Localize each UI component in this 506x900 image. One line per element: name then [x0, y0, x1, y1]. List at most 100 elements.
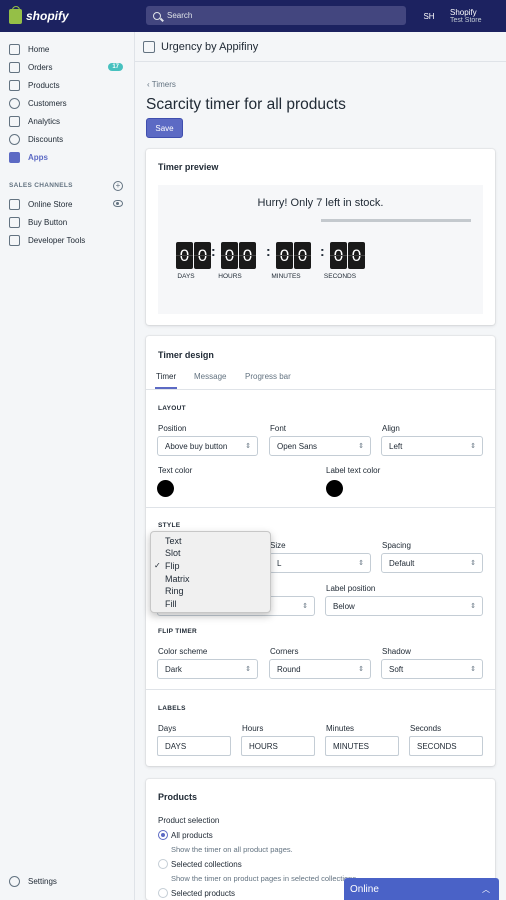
account-menu[interactable]: SH Shopify Test Store: [420, 0, 482, 32]
gear-icon: [9, 875, 20, 887]
search-input[interactable]: Search: [146, 6, 406, 25]
style-option-fill[interactable]: Fill: [165, 598, 177, 610]
size-select[interactable]: L: [269, 553, 371, 573]
sidebar-item-label: Buy Button: [28, 217, 68, 227]
days-field-label: Days: [158, 724, 177, 733]
style-option-matrix[interactable]: Matrix: [165, 573, 190, 585]
sidebar-item-discounts[interactable]: Discounts: [9, 132, 129, 146]
sidebar-item-products[interactable]: Products: [9, 78, 129, 92]
timer-preview-card: Timer preview Hurry! Only 7 left in stoc…: [146, 149, 495, 325]
avatar: SH: [423, 11, 435, 21]
app-header: Urgency by Appifiny: [135, 32, 506, 62]
minutes-field[interactable]: MINUTES: [325, 736, 399, 756]
tab-message[interactable]: Message: [194, 372, 226, 381]
sidebar-item-online-store[interactable]: Online Store: [9, 197, 129, 211]
days-label: DAYS: [177, 273, 195, 280]
radio-label: Selected products: [171, 889, 236, 898]
digit: 0: [221, 242, 238, 269]
search-placeholder: Search: [167, 11, 193, 20]
breadcrumb[interactable]: ‹ Timers: [147, 80, 176, 89]
shadow-select[interactable]: Soft: [381, 659, 483, 679]
radio-all-products[interactable]: [158, 830, 168, 840]
online-chat-widget[interactable]: Online ︿: [344, 878, 499, 900]
discount-icon: [9, 133, 20, 145]
color-scheme-label: Color scheme: [158, 647, 208, 656]
home-icon: [9, 43, 20, 55]
color-scheme-select[interactable]: Dark: [157, 659, 258, 679]
buy-button-icon: [9, 216, 20, 228]
timer-preview: Hurry! Only 7 left in stock. 0 0 : 0 0 :…: [158, 185, 483, 314]
sidebar-item-label: Settings: [28, 876, 57, 886]
sidebar-item-apps[interactable]: Apps: [9, 150, 129, 164]
label-position-select[interactable]: Below: [325, 596, 483, 616]
chat-status-label: Online: [350, 883, 379, 895]
corners-select[interactable]: Round: [269, 659, 371, 679]
style-dropdown-menu: Text Slot ✓ Flip Matrix Ring Fill: [150, 531, 271, 613]
store-name: Test Store: [450, 17, 482, 24]
orders-count-badge: 17: [108, 63, 123, 71]
style-option-ring[interactable]: Ring: [165, 585, 184, 597]
add-channel-icon[interactable]: +: [113, 181, 123, 191]
apps-icon: [9, 151, 20, 163]
align-select[interactable]: Left: [381, 436, 483, 456]
search-icon: [153, 11, 161, 20]
sidebar-item-settings[interactable]: Settings: [9, 874, 129, 888]
digit: 0: [348, 242, 365, 269]
seconds-label: SECONDS: [323, 273, 357, 280]
style-option-slot[interactable]: Slot: [165, 547, 181, 559]
preview-progress-bar: [321, 219, 471, 222]
minutes-field-label: Minutes: [326, 724, 355, 733]
style-option-text[interactable]: Text: [165, 535, 182, 547]
radio-help-text: Show the timer on all product pages.: [171, 845, 293, 854]
minutes-label: MINUTES: [271, 273, 301, 280]
tab-timer[interactable]: Timer: [154, 372, 178, 389]
sidebar-item-buy-button[interactable]: Buy Button: [9, 215, 129, 229]
style-option-flip[interactable]: ✓ Flip: [154, 560, 180, 572]
sidebar-item-customers[interactable]: Customers: [9, 96, 129, 110]
sidebar-item-developer-tools[interactable]: Developer Tools: [9, 233, 129, 247]
seconds-field[interactable]: SECONDS: [409, 736, 483, 756]
top-bar: shopify Search SH Shopify Test Store: [0, 0, 506, 32]
person-icon: [9, 97, 20, 109]
style-option-label: Flip: [165, 561, 180, 571]
page-title: Scarcity timer for all products: [146, 96, 346, 113]
breadcrumb-label: Timers: [151, 80, 176, 89]
product-selection-label: Product selection: [158, 816, 220, 825]
digit: 0: [330, 242, 347, 269]
tab-progress-bar[interactable]: Progress bar: [245, 372, 291, 381]
font-select[interactable]: Open Sans: [269, 436, 371, 456]
tag-icon: [9, 79, 20, 91]
sales-channels-heading: SALES CHANNELS: [9, 182, 73, 189]
layout-heading: LAYOUT: [158, 405, 186, 412]
style-heading: STYLE: [158, 522, 181, 529]
radio-label: Selected collections: [171, 860, 242, 869]
colon: :: [320, 243, 325, 259]
text-color-label: Text color: [158, 466, 193, 475]
hours-field[interactable]: HOURS: [241, 736, 315, 756]
developer-icon: [9, 234, 20, 246]
sidebar-item-analytics[interactable]: Analytics: [9, 114, 129, 128]
view-store-eye-icon[interactable]: [113, 200, 123, 207]
divider: [146, 507, 495, 508]
spacing-select[interactable]: Default: [381, 553, 483, 573]
radio-selected-collections[interactable]: [158, 859, 168, 869]
sidebar-item-orders[interactable]: Orders 17: [9, 60, 129, 74]
spacing-label: Spacing: [382, 541, 411, 550]
sidebar-item-label: Discounts: [28, 134, 64, 144]
save-button[interactable]: Save: [146, 118, 183, 138]
sidebar-item-label: Products: [28, 80, 60, 90]
text-color-swatch[interactable]: [157, 480, 174, 497]
sidebar-item-home[interactable]: Home: [9, 42, 129, 56]
sidebar-item-label: Online Store: [28, 199, 73, 209]
radio-selected-products[interactable]: [158, 888, 168, 898]
days-field[interactable]: DAYS: [157, 736, 231, 756]
app-title: Urgency by Appifiny: [161, 40, 259, 53]
label-text-color-swatch[interactable]: [326, 480, 343, 497]
store-icon: [9, 198, 20, 210]
card-title: Products: [158, 792, 198, 802]
hours-field-label: Hours: [242, 724, 264, 733]
shopify-logo[interactable]: shopify: [0, 5, 134, 24]
digit: 0: [176, 242, 193, 269]
position-select[interactable]: Above buy button: [157, 436, 258, 456]
flip-timer-heading: FLIP TIMER: [158, 628, 197, 635]
